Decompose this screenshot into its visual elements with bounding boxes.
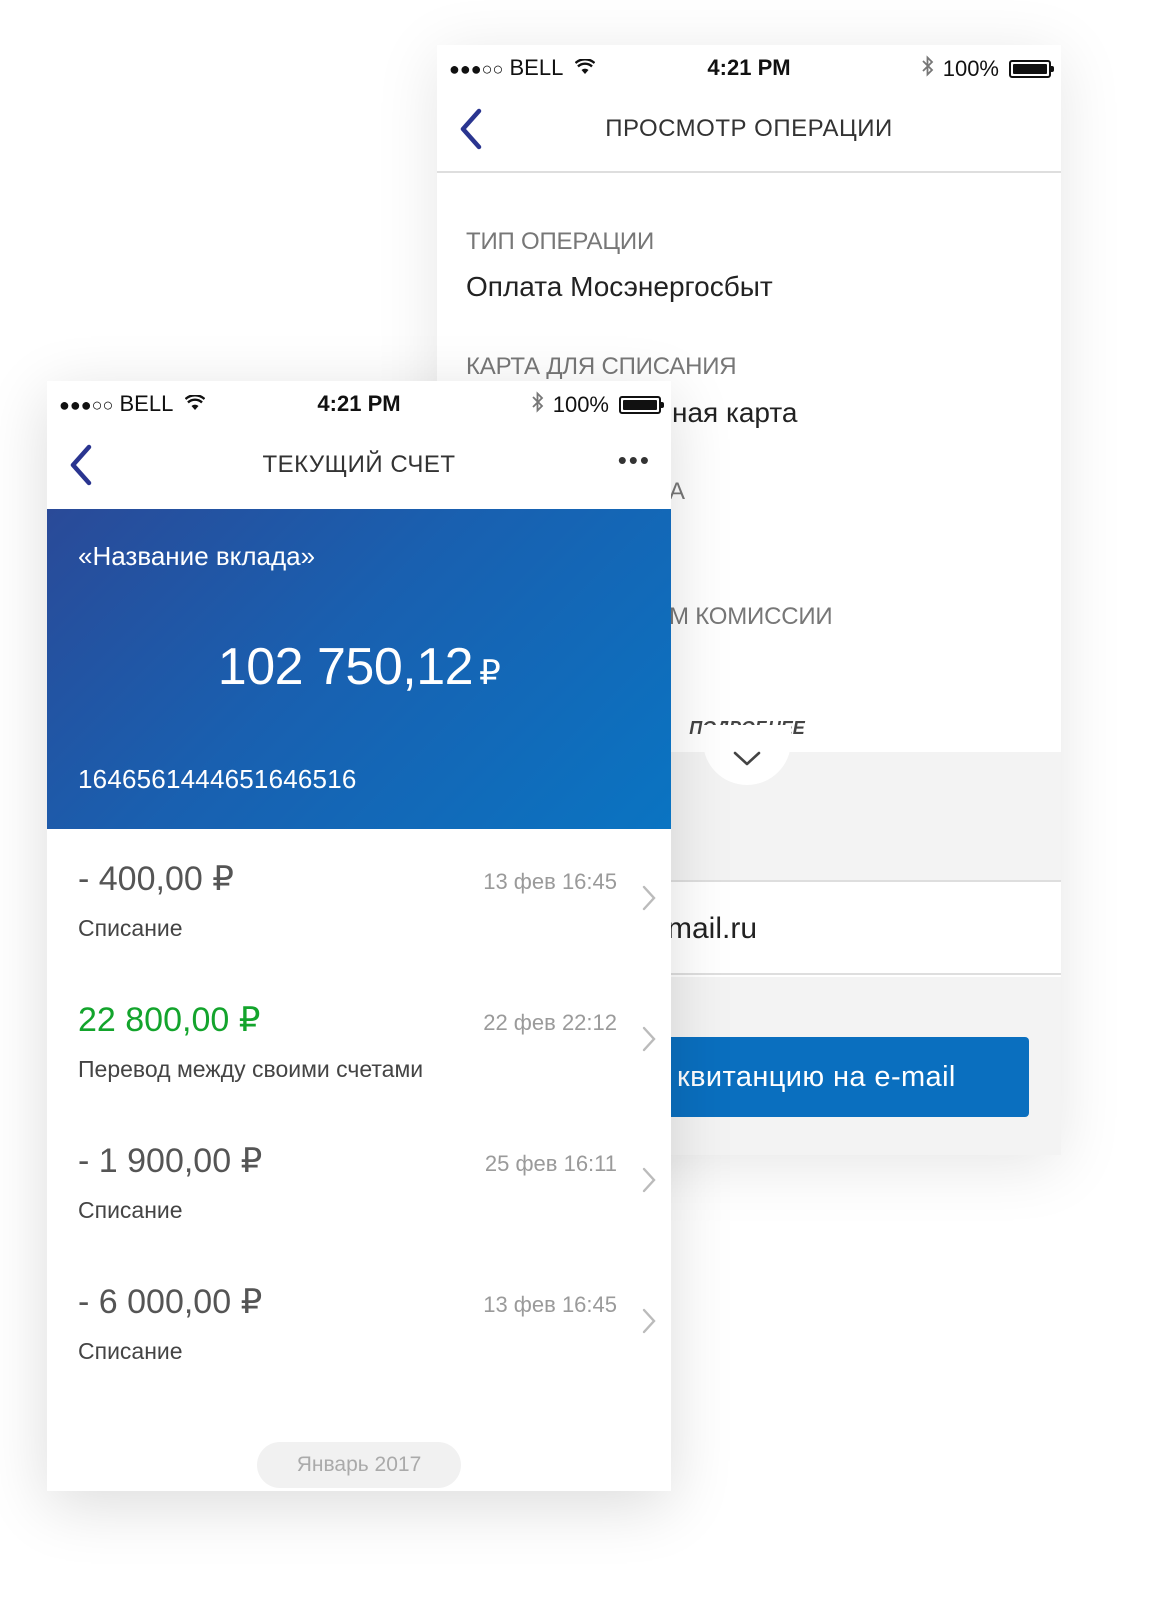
transaction-description: Перевод между своими счетами [78,1056,424,1082]
more-dots-icon[interactable]: ••• [618,445,651,476]
account-card: «Название вклада» 102 750,12 ₽ 1646561444… [47,509,671,829]
transaction-row[interactable]: - 400,00 ₽ 13 фев 16:45 Списание [47,829,671,970]
bluetooth-icon [531,391,545,419]
deposit-name: «Название вклада» [78,541,316,571]
chevron-down-icon [733,751,761,766]
transaction-row[interactable]: 22 800,00 ₽ 22 фев 22:12 Перевод между с… [47,970,671,1111]
currency-sign: ₽ [479,654,501,692]
transaction-description: Списание [78,1338,183,1364]
operation-type-value: Оплата Мосэнергосбыт [466,271,773,302]
chevron-right-icon [642,1308,656,1334]
page-title: ТЕКУЩИЙ СЧЕТ [262,451,456,478]
account-number: 1646561444651646516 [78,764,357,794]
balance-value: 102 750,12 [217,638,474,696]
transaction-amount: 22 800,00 ₽ [78,1001,261,1039]
chevron-right-icon [642,885,656,911]
transaction-date: 13 фев 16:45 [483,869,617,894]
nav-bar: ТЕКУЩИЙ СЧЕТ ••• [47,425,671,509]
transaction-date: 13 фев 16:45 [483,1292,617,1317]
battery-percent: 100% [552,392,609,417]
month-label: Январь 2017 [257,1442,461,1488]
status-bar: ●●●○○ BELL 4:21 PM 100% [47,381,671,425]
page-title: ПРОСМОТР ОПЕРАЦИИ [605,115,893,142]
status-bar: ●●●○○ BELL 4:21 PM 100% [437,45,1061,89]
email-value: mail.ru [667,912,758,945]
battery-percent: 100% [942,56,999,81]
transaction-amount: - 400,00 ₽ [78,860,234,898]
chevron-right-icon [642,1026,656,1052]
transaction-description: Списание [78,915,183,941]
transaction-description: Списание [78,1197,183,1223]
send-receipt-button[interactable]: квитанцию на e-mail [637,1037,1029,1117]
transaction-date: 25 фев 16:11 [484,1151,617,1176]
current-account-screen: ●●●○○ BELL 4:21 PM 100% ТЕКУЩИЙ СЧЕТ •••… [47,381,671,1491]
operation-type-label: ТИП ОПЕРАЦИИ [466,228,655,255]
transaction-amount: - 6 000,00 ₽ [78,1283,263,1321]
bluetooth-icon [921,55,935,83]
chevron-right-icon [642,1167,656,1193]
transaction-row[interactable]: - 6 000,00 ₽ 13 фев 16:45 Списание [47,1252,671,1393]
transaction-date: 22 фев 22:12 [483,1010,617,1035]
card-value: ная карта [672,397,798,428]
nav-bar: ПРОСМОТР ОПЕРАЦИИ [437,89,1061,173]
transaction-row[interactable]: - 1 900,00 ₽ 25 фев 16:11 Списание [47,1111,671,1252]
account-balance: 102 750,12 ₽ [47,637,671,697]
commission-label: М КОМИССИИ [669,603,833,630]
battery-icon [1009,60,1054,78]
transaction-amount: - 1 900,00 ₽ [78,1142,263,1180]
card-label: КАРТА ДЛЯ СПИСАНИЯ [466,353,737,380]
partial-field-label: А [669,478,685,505]
battery-icon [619,396,664,414]
